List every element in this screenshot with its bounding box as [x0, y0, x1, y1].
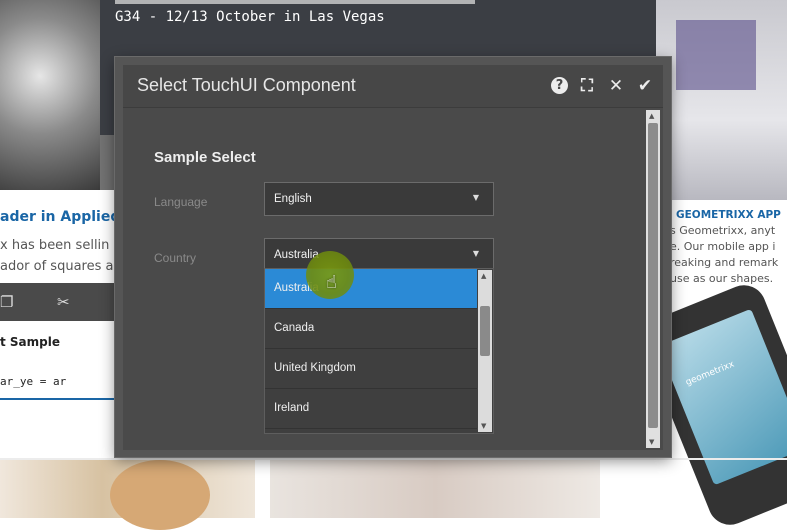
dropdown-scroll-thumb[interactable] [480, 306, 490, 356]
right-article-title[interactable]: GEOMETRIXX APP [676, 209, 781, 221]
left-article-line: x has been sellin [0, 238, 110, 253]
select-component-dialog: Select TouchUI Component ? ⛶ ✕ ✔ Sample … [115, 57, 671, 457]
dialog-scrollbar[interactable]: ▲ ▼ [646, 110, 660, 448]
phone-screen-text: geometrixx [684, 359, 736, 389]
country-option[interactable]: United Kingdom [265, 349, 477, 389]
sample-card-code: ar_ye = ar [0, 375, 67, 388]
left-article-line: ador of squares a [0, 259, 114, 274]
fullscreen-icon[interactable]: ⛶ [577, 76, 597, 96]
country-option[interactable]: Ireland [265, 389, 477, 429]
dialog-body: Sample Select Language English ▼ Country… [123, 108, 663, 450]
copy-icon[interactable]: ❐ [0, 293, 13, 311]
sample-card-title: t Sample [0, 335, 60, 349]
right-article-line: e. Our mobile app i [670, 240, 776, 253]
country-dropdown-list: Australia Canada United Kingdom Ireland … [264, 268, 494, 434]
country-select[interactable]: Australia ▼ [264, 238, 494, 272]
dialog-header-actions: ? ⛶ ✕ ✔ [551, 76, 655, 96]
close-icon[interactable]: ✕ [606, 76, 626, 96]
hand-cursor-icon: ☝ [326, 272, 337, 293]
dialog-header: Select TouchUI Component ? ⛶ ✕ ✔ [123, 65, 663, 108]
cut-icon[interactable]: ✂ [57, 293, 70, 311]
country-option[interactable]: Canada [265, 309, 477, 349]
left-article-title[interactable]: ader in Applied [0, 209, 120, 225]
country-option-label: United Kingdom [274, 362, 356, 374]
check-icon[interactable]: ✔ [635, 76, 655, 96]
person-image [110, 460, 210, 530]
country-option-label: Canada [274, 322, 315, 334]
scroll-down-icon[interactable]: ▼ [649, 438, 654, 446]
left-article: ader in Applied x has been sellin ador o… [0, 205, 120, 455]
dialog-title: Select TouchUI Component [137, 75, 356, 95]
hero-title-cropped [115, 0, 475, 4]
right-article-line: reaking and remark [670, 256, 779, 269]
section-title: Sample Select [154, 149, 256, 166]
bottom-image-right [270, 460, 600, 518]
dropdown-scrollbar[interactable]: ▲ ▼ [478, 270, 492, 432]
country-option[interactable]: Australia [265, 269, 477, 309]
right-article-line: s Geometrixx, anyt [670, 224, 776, 237]
right-article-line: use as our shapes. [670, 272, 774, 285]
card-underline [0, 398, 118, 400]
dialog-scroll-thumb[interactable] [648, 123, 658, 428]
bottom-image-left [0, 460, 255, 530]
chevron-down-icon: ▼ [472, 249, 479, 258]
hero-subtitle: G34 - 12/13 October in Las Vegas [115, 9, 385, 25]
hero-image-right [656, 0, 787, 200]
country-option-label: Ireland [274, 402, 310, 414]
language-label: Language [154, 195, 208, 209]
chevron-down-icon: ▼ [472, 193, 479, 202]
language-select-value: English [274, 193, 312, 205]
hero-image-left [0, 0, 100, 190]
component-toolbar: ❐ ✂ [0, 283, 120, 321]
scroll-up-icon[interactable]: ▲ [649, 112, 654, 120]
language-select[interactable]: English ▼ [264, 182, 494, 216]
scroll-down-icon[interactable]: ▼ [481, 422, 486, 430]
country-label: Country [154, 251, 197, 265]
help-icon[interactable]: ? [551, 77, 568, 94]
scroll-up-icon[interactable]: ▲ [481, 272, 486, 280]
